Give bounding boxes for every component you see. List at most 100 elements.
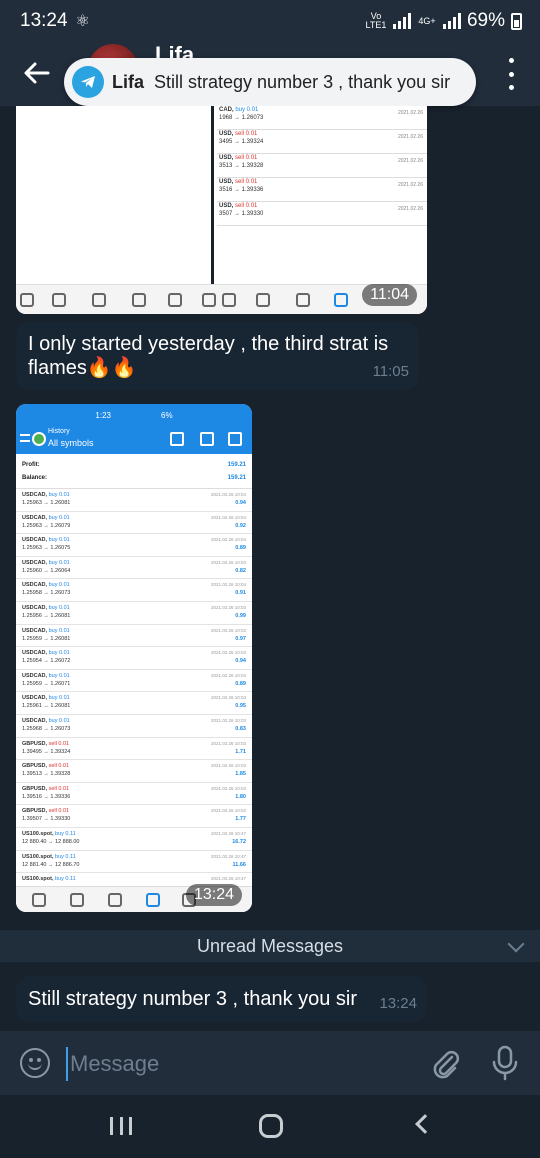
deal-row: US100.spot, buy 0.11 12 880.40 → 12 888.0… [16, 828, 252, 851]
volte-indicator: Vo LTE1 [365, 11, 387, 30]
trade-symbol: USD, [219, 155, 234, 161]
deal-row: US100.spot, buy 0.11 12 881.40 → 12 886.7… [16, 851, 252, 874]
deal-symbol: GBPUSD, [22, 763, 48, 770]
notification-text: Still strategy number 3 , thank you sir [154, 71, 451, 92]
deal-prices: 1.25963 → 1.26079 [22, 522, 71, 529]
chat-messages[interactable]: CAD, buy 0.01 1968 → 1.26073 2021.02.26 USD… [0, 106, 540, 1031]
deal-type: buy 0.01 [48, 650, 70, 657]
trade-type: sell 0.01 [235, 131, 258, 137]
deal-date: 2021.02.26 10:47 [210, 853, 246, 859]
deal-prices: 1.25963 → 1.26081 [22, 500, 71, 506]
trade-date: 2021.02.26 [397, 110, 423, 116]
trade-type: sell 0.01 [235, 155, 258, 161]
deal-symbol: USDCAD, [22, 492, 48, 498]
deal-prices: 1.25963 → 1.26075 [22, 545, 71, 552]
chart-icon [222, 293, 236, 307]
deal-profit: 0.89 [235, 545, 246, 552]
profit-value: 159.21 [227, 461, 246, 468]
telegram-icon [72, 66, 104, 98]
deal-symbol: USDCAD, [22, 604, 48, 611]
deal-date: 2021.02.26 10:03 [210, 695, 246, 701]
deal-row: USDCAD, buy 0.01 1.25954 → 1.26072 2021.02… [16, 647, 252, 670]
trade-icon [108, 893, 122, 907]
deal-prices: 1.25954 → 1.26072 [22, 658, 71, 665]
deal-profit: 0.89 [235, 680, 246, 687]
trade-row: USD, sell 0.01 3495 → 1.39324 2021.02.26 [217, 130, 427, 154]
message-time: 13:24 [379, 995, 417, 1012]
history-summary: Profit: 159.21 Balance: 159.21 [16, 454, 252, 489]
deal-prices: 1.25961 → 1.26081 [22, 703, 71, 710]
phone-app-header: History All symbols [16, 426, 252, 454]
trade-row: USD, sell 0.01 3516 → 1.39336 2021.02.26 [217, 178, 427, 202]
notification-app-icon: ⚛ [75, 13, 90, 30]
deal-row: USDCAD, buy 0.01 1.25958 → 1.26073 2021.02… [16, 579, 252, 602]
trade-prices: 3516 → 1.39336 [219, 187, 264, 193]
deal-profit: 0.94 [235, 658, 246, 665]
deal-date: 2021.02.26 10:04 [210, 582, 246, 588]
deal-type: sell 0.01 [48, 808, 70, 815]
notification-popup[interactable]: Lifa Still strategy number 3 , thank you… [64, 58, 476, 106]
trade-prices: 3513 → 1.39328 [219, 163, 264, 169]
trade-date: 2021.02.26 [397, 206, 423, 212]
deal-symbol: USDCAD, [22, 650, 48, 657]
back-arrow-icon[interactable] [20, 56, 54, 90]
more-options-icon[interactable] [506, 58, 516, 90]
message-time: 11:05 [372, 363, 409, 380]
deal-date: 2021.02.26 10:03 [210, 717, 246, 723]
deal-date: 2021.02.26 10:04 [210, 559, 246, 565]
deal-type: buy 0.01 [48, 604, 70, 611]
chart-icon [32, 893, 46, 907]
unread-messages-banner: Unread Messages [0, 930, 540, 962]
trade-date: 2021.02.26 [397, 182, 423, 188]
notification-sender: Lifa [112, 71, 145, 92]
attach-icon[interactable] [430, 1047, 460, 1081]
deal-date: 2021.02.26 10:03 [210, 627, 246, 633]
deal-symbol: USDCAD, [22, 627, 48, 634]
profit-label: Profit: [22, 461, 40, 468]
trade-date: 2021.02.26 [397, 134, 423, 140]
deal-profit: 1.77 [235, 816, 246, 823]
trade-date: 2021.02.26 [397, 158, 423, 164]
deal-profit: 0.82 [235, 567, 246, 574]
message-text: Still strategy number 3 , thank you sir [28, 988, 358, 1010]
trade-row: USD, sell 0.01 3513 → 1.39328 2021.02.26 [217, 154, 427, 178]
deal-prices: 1.25960 → 1.26064 [22, 567, 71, 574]
deal-type: sell 0.01 [48, 740, 70, 747]
deal-symbol: USDCAD, [22, 717, 48, 724]
emoji-icon[interactable] [20, 1048, 50, 1078]
deal-type: buy 0.01 [48, 537, 70, 544]
home-icon[interactable] [259, 1114, 283, 1138]
deal-profit: 0.83 [235, 725, 246, 732]
history-icon [334, 293, 348, 307]
back-icon[interactable] [415, 1114, 435, 1134]
history-subtitle: All symbols [48, 438, 94, 448]
photo-message-1[interactable]: CAD, buy 0.01 1968 → 1.26073 2021.02.26 USD… [16, 106, 427, 314]
phone-time: 1:23 [95, 410, 111, 420]
message-bubble-2[interactable]: Still strategy number 3 , thank you sir … [16, 976, 427, 1022]
news-icon [168, 293, 182, 307]
deal-prices: 1.25959 → 1.26071 [22, 680, 71, 687]
message-text: I only started yesterday , the third str… [28, 333, 389, 379]
deal-prices: 1.25959 → 1.26081 [22, 635, 71, 642]
deal-symbol: GBPUSD, [22, 740, 48, 747]
photo-message-2[interactable]: 1:23 6% History All symbols Profit: 159.2… [16, 404, 252, 912]
trade-type: sell 0.01 [235, 203, 258, 209]
deal-profit: 16.72 [232, 838, 246, 845]
deals-list: USDCAD, buy 0.01 1.25963 → 1.26081 2021.02… [16, 489, 252, 896]
filter-icon [170, 432, 184, 446]
chevron-down-icon[interactable] [507, 935, 525, 953]
deal-row: USDCAD, buy 0.01 1.25959 → 1.26071 2021.02… [16, 670, 252, 693]
microphone-icon[interactable] [490, 1045, 520, 1081]
trade-symbol: USD, [219, 131, 234, 137]
deal-date: 2021.02.26 10:03 [210, 785, 246, 791]
deal-prices: 12 880.40 → 12 888.00 [22, 838, 80, 845]
message-input[interactable] [66, 1047, 406, 1081]
recent-apps-icon[interactable] [110, 1117, 132, 1135]
deal-row: USDCAD, buy 0.01 1.25963 → 1.26081 2021.02… [16, 489, 252, 512]
trade-prices: 1968 → 1.26073 [219, 115, 264, 121]
status-bar: 13:24 ⚛ Vo LTE1 4G+ 69% [0, 0, 540, 42]
system-nav-bar [0, 1095, 540, 1158]
message-bubble-1[interactable]: I only started yesterday , the third str… [16, 322, 419, 390]
trade-type: sell 0.01 [235, 179, 258, 185]
deal-symbol: USDCAD, [22, 537, 48, 544]
